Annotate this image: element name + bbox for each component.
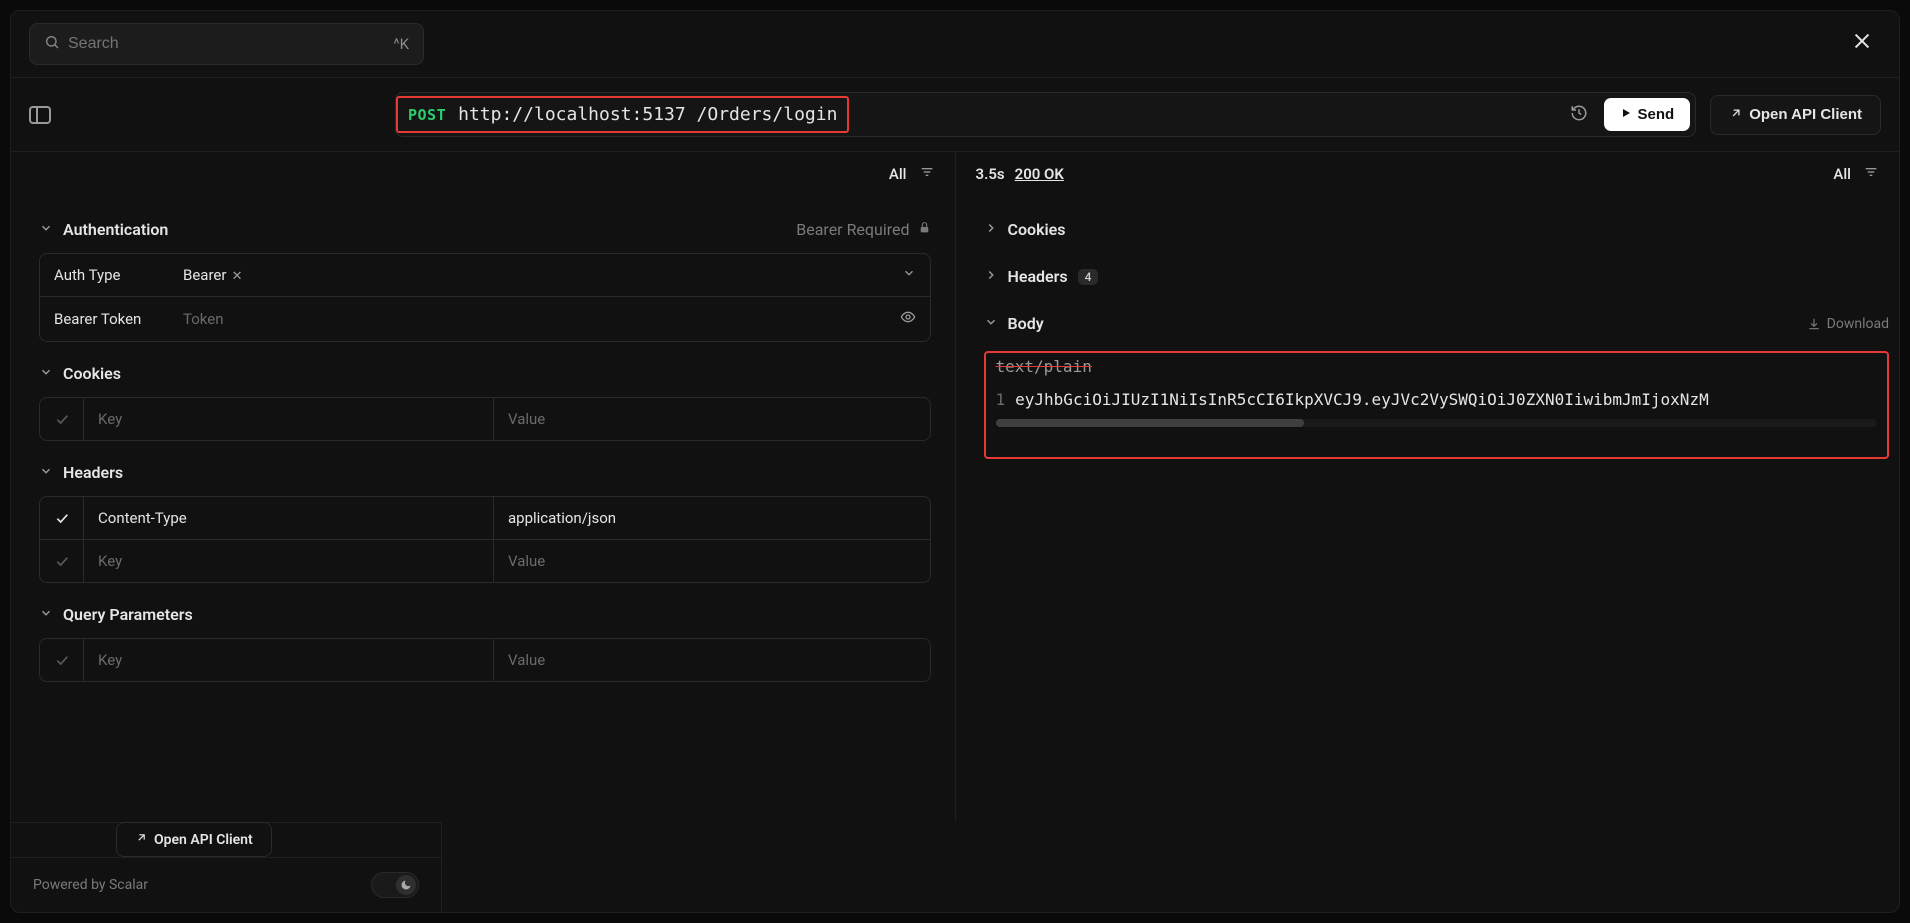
open-external-icon (135, 831, 148, 848)
send-label: Send (1638, 106, 1675, 123)
powered-by-label: Powered by Scalar (33, 877, 148, 893)
bearer-token-row[interactable]: Bearer Token Token (40, 296, 930, 341)
search-icon (44, 34, 60, 54)
bearer-token-label: Bearer Token (54, 310, 169, 328)
response-filter-all[interactable]: All (1833, 165, 1851, 183)
download-button[interactable]: Download (1807, 316, 1889, 332)
response-headers-count: 4 (1078, 269, 1099, 285)
header-value-input[interactable]: Value (494, 540, 930, 582)
cookies-title: Cookies (63, 364, 121, 383)
search-shortcut: ^K (393, 35, 409, 53)
theme-toggle[interactable] (371, 872, 419, 898)
section-query-params[interactable]: Query Parameters (39, 591, 931, 638)
search-input[interactable] (68, 35, 385, 53)
download-label: Download (1827, 316, 1889, 332)
response-code-line[interactable]: 1 eyJhbGciOiJIUzI1NiIsInR5cCI6IkpXVCJ9.e… (986, 384, 1888, 415)
chevron-down-icon (39, 365, 53, 383)
url-bar[interactable]: POST http://localhost:5137 /Orders/login… (395, 92, 1696, 137)
open-external-icon (1729, 106, 1743, 124)
row-check-icon[interactable] (40, 497, 84, 539)
auth-type-label: Auth Type (54, 266, 169, 284)
open-api-client-bottom-label: Open API Client (154, 832, 253, 848)
clear-auth-icon[interactable]: ✕ (228, 269, 242, 284)
play-icon (1620, 106, 1632, 123)
open-api-client-bottom-button[interactable]: Open API Client (116, 822, 272, 857)
http-method[interactable]: POST (408, 106, 446, 124)
response-duration: 3.5s (976, 165, 1005, 183)
open-api-client-button[interactable]: Open API Client (1710, 95, 1881, 135)
chevron-down-icon[interactable] (902, 266, 916, 284)
response-body-title: Body (1008, 314, 1044, 333)
table-row[interactable]: Key Value (40, 639, 930, 681)
header-key-input[interactable]: Key (84, 540, 494, 582)
filter-icon[interactable] (1863, 164, 1879, 184)
table-row[interactable]: Content-Type application/json (40, 497, 930, 539)
response-status: 200 OK (1015, 165, 1064, 183)
open-api-client-label: Open API Client (1749, 106, 1862, 123)
row-check-icon[interactable] (40, 639, 84, 681)
cookie-key-input[interactable]: Key (84, 398, 494, 440)
section-authentication[interactable]: Authentication Bearer Required (39, 206, 931, 253)
chevron-down-icon (984, 315, 998, 333)
line-number: 1 (996, 390, 1006, 409)
response-token: eyJhbGciOiJIUzI1NiIsInR5cCI6IkpXVCJ9.eyJ… (1015, 390, 1709, 409)
chevron-right-icon (984, 221, 998, 239)
chevron-right-icon (984, 268, 998, 286)
section-cookies[interactable]: Cookies (39, 350, 931, 397)
table-row[interactable]: Key Value (40, 398, 930, 440)
lock-icon (918, 221, 931, 238)
history-icon[interactable] (1564, 104, 1594, 126)
moon-icon (396, 875, 416, 895)
row-check-icon[interactable] (40, 540, 84, 582)
sidebar-toggle-icon[interactable] (29, 106, 51, 124)
auth-type-value: Bearer ✕ (183, 266, 243, 284)
auth-type-row[interactable]: Auth Type Bearer ✕ (40, 254, 930, 296)
response-body-box: text/plain 1 eyJhbGciOiJIUzI1NiIsInR5cCI… (984, 351, 1890, 459)
response-section-body[interactable]: Body Download (984, 300, 1890, 347)
query-key-input[interactable]: Key (84, 639, 494, 681)
authentication-title: Authentication (63, 220, 168, 239)
scrollbar-thumb[interactable] (996, 419, 1305, 427)
headers-title: Headers (63, 463, 123, 482)
row-check-icon[interactable] (40, 398, 84, 440)
section-headers[interactable]: Headers (39, 449, 931, 496)
response-section-headers[interactable]: Headers 4 (984, 253, 1890, 300)
table-row[interactable]: Key Value (40, 539, 930, 582)
header-value[interactable]: application/json (494, 497, 930, 539)
request-filter-all[interactable]: All (889, 165, 907, 183)
url-highlight-box: POST http://localhost:5137 /Orders/login (396, 96, 849, 133)
response-section-cookies[interactable]: Cookies (984, 206, 1890, 253)
chevron-down-icon (39, 606, 53, 624)
send-button[interactable]: Send (1604, 98, 1691, 131)
eye-icon[interactable] (900, 309, 916, 329)
response-headers-title: Headers (1008, 267, 1068, 286)
response-content-type: text/plain (986, 353, 1888, 384)
close-icon[interactable] (1843, 26, 1881, 62)
response-cookies-title: Cookies (1008, 220, 1066, 239)
bearer-token-input[interactable]: Token (183, 310, 223, 328)
cookie-value-input[interactable]: Value (494, 398, 930, 440)
horizontal-scrollbar[interactable] (996, 419, 1878, 427)
auth-meta: Bearer Required (796, 220, 909, 239)
search-box[interactable]: ^K (29, 23, 424, 65)
query-title: Query Parameters (63, 605, 193, 624)
query-value-input[interactable]: Value (494, 639, 930, 681)
chevron-down-icon (39, 464, 53, 482)
chevron-down-icon (39, 221, 53, 239)
header-key[interactable]: Content-Type (84, 497, 494, 539)
filter-icon[interactable] (919, 164, 935, 184)
request-url[interactable]: http://localhost:5137 /Orders/login (458, 104, 837, 125)
